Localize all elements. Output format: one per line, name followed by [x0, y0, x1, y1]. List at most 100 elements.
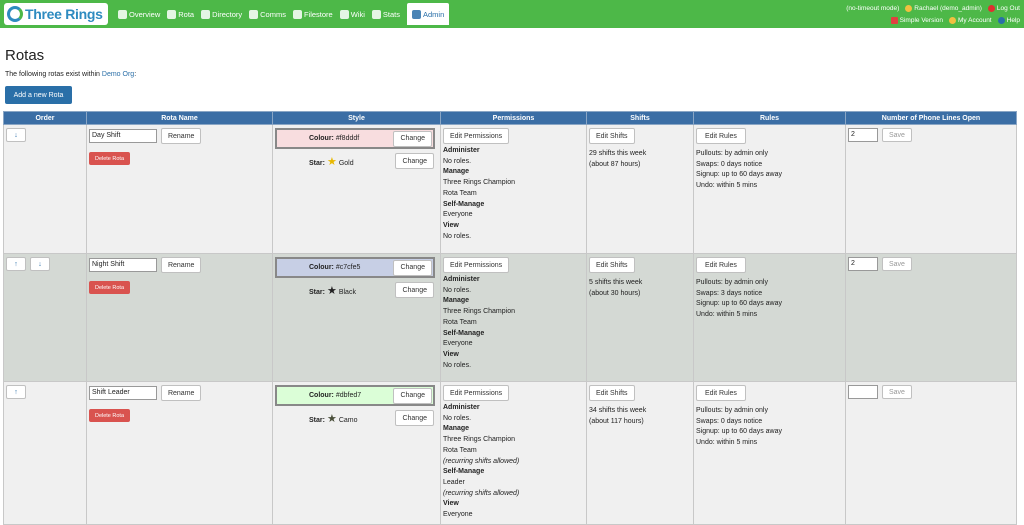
- nav-wiki[interactable]: Wiki: [339, 5, 365, 23]
- rota-name-input[interactable]: Shift Leader: [89, 385, 157, 400]
- permission-line: Everyone: [443, 511, 473, 519]
- delete-rota-button[interactable]: Delete Rota: [89, 409, 130, 422]
- move-down-button[interactable]: ↓: [6, 128, 26, 142]
- edit-rules-button[interactable]: Edit Rules: [696, 128, 746, 144]
- rule-line: Undo: within 5 mins: [696, 310, 758, 318]
- permission-line: (recurring shifts allowed): [443, 489, 520, 497]
- rules-cell: Edit Rules Pullouts: by admin only Swaps:…: [693, 124, 846, 254]
- nav-filestore[interactable]: Filestore: [292, 5, 333, 23]
- name-cell: Day Shift Rename Delete Rota: [86, 124, 273, 254]
- change-star-button[interactable]: Change: [395, 282, 434, 298]
- shift-summary: (about 87 hours): [589, 160, 641, 168]
- logo-text: Three Rings: [25, 6, 103, 22]
- rule-line: Signup: up to 60 days away: [696, 300, 783, 307]
- permission-line: Administer: [443, 276, 480, 283]
- star-value: Camo: [338, 416, 358, 424]
- user-link[interactable]: Rachael (demo_admin): [905, 4, 982, 12]
- rule-line: Pullouts: by admin only: [696, 150, 768, 157]
- edit-rules-button[interactable]: Edit Rules: [696, 257, 746, 273]
- change-star-button[interactable]: Change: [395, 410, 434, 426]
- org-link[interactable]: Demo Org: [102, 71, 134, 78]
- phone-lines-cell: 2 Save: [845, 124, 1017, 254]
- edit-permissions-button[interactable]: Edit Permissions: [443, 128, 510, 144]
- rule-line: Pullouts: by admin only: [696, 279, 768, 286]
- rule-line: Swaps: 3 days notice: [696, 289, 763, 297]
- shifts-cell: Edit Shifts 34 shifts this week (about 11…: [586, 381, 694, 525]
- rota-name-input[interactable]: Day Shift: [89, 128, 157, 143]
- permission-line: (recurring shifts allowed): [443, 457, 520, 465]
- permission-line: Administer: [443, 404, 480, 411]
- nav-rota[interactable]: Rota: [167, 5, 194, 23]
- phone-lines-input[interactable]: [848, 385, 878, 399]
- delete-rota-button[interactable]: Delete Rota: [89, 281, 130, 294]
- edit-permissions-button[interactable]: Edit Permissions: [443, 257, 510, 273]
- column-header: Rules: [693, 111, 846, 125]
- rule-line: Undo: within 5 mins: [696, 438, 758, 446]
- add-rota-button[interactable]: Add a new Rota: [5, 86, 72, 104]
- simple-version-icon: [890, 16, 898, 24]
- account-area: (no-timeout mode) Rachael (demo_admin) L…: [840, 2, 1020, 26]
- calendar-icon: [167, 9, 177, 19]
- globe-icon: [339, 9, 349, 19]
- nav-directory[interactable]: Directory: [201, 5, 242, 23]
- save-button[interactable]: Save: [881, 128, 912, 143]
- rename-button[interactable]: Rename: [160, 128, 202, 144]
- edit-rules-button[interactable]: Edit Rules: [696, 385, 746, 401]
- phone-lines-input[interactable]: 2: [848, 257, 878, 271]
- rename-button[interactable]: Rename: [160, 385, 202, 401]
- nav-stats[interactable]: Stats: [371, 5, 400, 23]
- edit-shifts-button[interactable]: Edit Shifts: [589, 385, 635, 401]
- logout-link[interactable]: Log Out: [987, 4, 1020, 12]
- move-up-button[interactable]: ↑: [6, 385, 26, 399]
- save-button[interactable]: Save: [881, 257, 912, 272]
- style-cell: Colour: #f8dddf Change Star: ★ Gold Change: [272, 124, 441, 254]
- colour-value: #f8dddf: [335, 135, 360, 142]
- rota-name-input[interactable]: Night Shift: [89, 257, 157, 272]
- user-icon: [905, 4, 913, 12]
- rules-cell: Edit Rules Pullouts: by admin only Swaps:…: [693, 253, 846, 382]
- simple-version-link[interactable]: Simple Version: [890, 16, 943, 24]
- timeout-mode-text: (no-timeout mode): [846, 4, 900, 12]
- three-rings-logo[interactable]: Three Rings: [4, 3, 108, 25]
- phone-lines-input[interactable]: 2: [848, 128, 878, 142]
- permission-line: Three Rings Champion: [443, 179, 515, 187]
- rename-button[interactable]: Rename: [160, 257, 202, 273]
- power-icon: [987, 4, 995, 12]
- permission-line: Manage: [443, 168, 470, 176]
- move-up-button[interactable]: ↑: [6, 257, 26, 271]
- rules-cell: Edit Rules Pullouts: by admin only Swaps:…: [693, 381, 846, 525]
- column-header: Permissions: [440, 111, 587, 125]
- column-header: Order: [3, 111, 87, 125]
- nav-admin[interactable]: Admin: [407, 3, 450, 25]
- edit-shifts-button[interactable]: Edit Shifts: [589, 128, 635, 144]
- permission-line: Three Rings Champion: [443, 308, 515, 316]
- permission-line: View: [443, 350, 459, 358]
- name-cell: Shift Leader Rename Delete Rota: [86, 381, 273, 525]
- star-value: Gold: [338, 159, 354, 167]
- change-colour-button[interactable]: Change: [393, 259, 432, 276]
- nav-overview[interactable]: Overview: [118, 5, 160, 23]
- rule-line: Swaps: 0 days notice: [696, 417, 763, 425]
- my-account-link[interactable]: My Account: [949, 16, 992, 24]
- permission-line: No roles.: [443, 232, 472, 240]
- order-cell: ↓: [3, 124, 87, 254]
- change-star-button[interactable]: Change: [395, 153, 434, 169]
- nav-comms[interactable]: Comms: [249, 5, 286, 23]
- top-navigation-bar: Three Rings Overview Rota Directory Comms Fi…: [0, 0, 1024, 28]
- move-down-button[interactable]: ↓: [30, 257, 50, 271]
- edit-shifts-button[interactable]: Edit Shifts: [589, 257, 635, 273]
- help-link[interactable]: Help: [997, 16, 1020, 24]
- permission-line: Leader: [443, 478, 465, 486]
- permissions-cell: Edit Permissions Administer No roles. Mana…: [440, 381, 587, 525]
- colour-value: #dbfed7: [335, 392, 362, 399]
- column-header: Shifts: [586, 111, 694, 125]
- permission-line: Rota Team: [443, 189, 477, 197]
- change-colour-button[interactable]: Change: [393, 130, 432, 147]
- edit-permissions-button[interactable]: Edit Permissions: [443, 385, 510, 401]
- save-button[interactable]: Save: [881, 385, 912, 400]
- delete-rota-button[interactable]: Delete Rota: [89, 152, 130, 165]
- change-colour-button[interactable]: Change: [393, 387, 432, 404]
- colour-swatch: Colour: #f8dddf Change: [275, 128, 435, 149]
- shifts-cell: Edit Shifts 5 shifts this week (about 30 …: [586, 253, 694, 382]
- order-cell: ↑: [3, 381, 87, 525]
